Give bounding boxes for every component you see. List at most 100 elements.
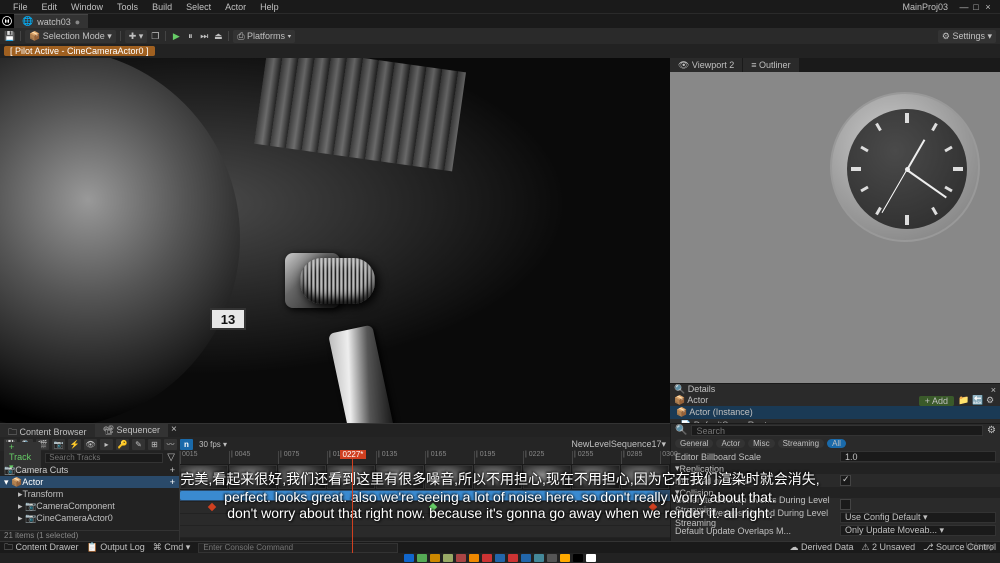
search-tracks-input[interactable] [45,453,163,463]
add-actor-section-icon[interactable]: + [170,477,175,487]
keyframe[interactable] [208,503,216,511]
menu-select[interactable]: Select [179,2,218,12]
actor-track[interactable]: ▾ 📦Actor+ [0,476,179,488]
content-browser-tab[interactable]: 🗀 Content Browser [0,424,95,437]
time-ruler[interactable]: 0015 | 0045 | 0075 | 0105 | 0135 | 0165 … [180,451,670,464]
taskbar-app-icon[interactable] [417,554,427,562]
add-cut-icon[interactable]: + [170,465,175,475]
cine-camera-track[interactable]: ▸ 📷CineCameraActor0 [0,512,179,524]
menu-file[interactable]: File [6,2,35,12]
output-log-button[interactable]: 📋 Output Log [87,542,145,553]
level-tab[interactable]: 🌐watch03● [14,14,88,28]
menu-help[interactable]: Help [253,2,286,12]
step-icon[interactable]: ⏭ [198,30,210,42]
settings-button[interactable]: ⚙ Settings ▾ [938,30,996,43]
netload-checkbox[interactable] [840,475,851,486]
taskbar-app-icon[interactable] [443,554,453,562]
add-component-button[interactable]: + Add [919,396,954,406]
menu-tools[interactable]: Tools [110,2,145,12]
playhead[interactable]: 0227* [352,451,353,553]
taskbar-app-icon[interactable] [547,554,557,562]
seq-actions-icon[interactable]: ⚡ [68,439,81,450]
details-tab[interactable]: 🔍 Details [674,384,715,395]
taskbar-app-icon[interactable] [534,554,544,562]
selection-mode-button[interactable]: 📦 Selection Mode ▾ [25,30,116,43]
sequence-name[interactable]: NewLevelSequence17▾ [571,439,666,450]
pilot-active-label[interactable]: [ Pilot Active - CineCameraActor0 ] [4,46,155,56]
seq-autokey-icon[interactable]: ✎ [132,439,145,450]
billboard-scale-input[interactable]: 1.0 [840,451,996,462]
pause-icon[interactable]: ⏸ [184,30,196,42]
camera-cuts-track[interactable]: 📷Camera Cuts+ [0,464,179,476]
seq-curve-icon[interactable]: 〰 [164,439,177,450]
add-content-button[interactable]: ✚ ▾ [125,30,148,43]
details-search-input[interactable] [691,425,983,436]
unsaved-button[interactable]: ⚠ 2 Unsaved [861,542,915,553]
window-close[interactable]: × [982,2,994,12]
taskbar-app-icon[interactable] [586,554,596,562]
derived-data-button[interactable]: ☁ Derived Data [789,542,853,553]
menu-actor[interactable]: Actor [218,2,253,12]
main-viewport[interactable]: 13 [0,58,670,423]
filter-all[interactable]: All [827,439,846,448]
menu-edit[interactable]: Edit [35,2,65,12]
reset-icon[interactable]: 🔙 [972,395,982,406]
outliner-tab[interactable]: ≡ Outliner [743,58,799,72]
camera-track-row[interactable] [180,526,670,538]
taskbar-app-icon[interactable] [430,554,440,562]
marketplace-icon[interactable]: ❐ [149,30,161,42]
taskbar-app-icon[interactable] [560,554,570,562]
camera-component-track[interactable]: ▸ 📷CameraComponent [0,500,179,512]
taskbar-app-icon[interactable] [456,554,466,562]
details-gear-icon[interactable]: ⚙ [987,425,996,436]
cmd-dropdown[interactable]: ⌘ Cmd ▾ [153,542,191,553]
filter-general[interactable]: General [675,439,713,448]
tab-close-icon[interactable]: × [171,424,177,437]
filter-streaming[interactable]: Streaming [778,439,824,448]
window-minimize[interactable]: — [958,2,970,12]
billboard-scale-label: Editor Billboard Scale [675,452,840,462]
taskbar-app-icon[interactable] [482,554,492,562]
taskbar-app-icon[interactable] [573,554,583,562]
default-update-dropdown[interactable]: Only Update Moveab... ▾ [840,525,996,536]
save-icon[interactable]: 💾 [4,30,16,42]
taskbar-app-icon[interactable] [508,554,518,562]
sequencer-tab[interactable]: 📽 Sequencer [95,424,168,437]
transform-track[interactable]: ▸Transform [0,488,179,500]
actor-instance-row[interactable]: 📦 Actor (Instance) [670,406,1000,419]
filter-misc[interactable]: Misc [748,439,774,448]
filter-actor[interactable]: Actor [716,439,745,448]
menu-window[interactable]: Window [64,2,110,12]
seq-camera-icon[interactable]: 📷 [52,439,65,450]
overlap-checkbox[interactable] [840,499,851,510]
ruler-tick: 0300 [660,451,678,464]
eject-icon[interactable]: ⏏ [212,30,224,42]
viewport-2[interactable] [670,72,1000,383]
seq-key-icon[interactable]: 🔑 [116,439,129,450]
seq-snap-icon[interactable]: ⊞ [148,439,161,450]
seq-playback-icon[interactable]: ▸ [100,439,113,450]
browse-icon[interactable]: 📁 [958,395,968,406]
watch-face-preview [830,92,980,242]
unreal-logo-icon[interactable] [0,14,14,28]
separator [20,31,21,41]
menu-build[interactable]: Build [145,2,179,12]
viewport2-tab[interactable]: 👁 Viewport 2 [670,58,743,72]
os-taskbar[interactable] [0,553,1000,563]
console-input[interactable] [198,543,398,553]
taskbar-app-icon[interactable] [495,554,505,562]
update-overlap-dropdown[interactable]: Use Config Default ▾ [840,512,996,523]
taskbar-app-icon[interactable] [404,554,414,562]
window-maximize[interactable]: □ [970,2,982,12]
taskbar-app-icon[interactable] [521,554,531,562]
seq-n-icon[interactable]: n [180,439,193,450]
center-dot [905,167,910,172]
fps-dropdown[interactable]: 30 fps ▾ [199,440,227,449]
details-close-icon[interactable]: × [991,385,996,395]
filter-icon[interactable]: ▽ [167,452,175,463]
taskbar-app-icon[interactable] [469,554,479,562]
seq-view-icon[interactable]: 👁 [84,439,97,450]
play-icon[interactable]: ▶ [170,30,182,42]
platforms-button[interactable]: ⎙ Platforms ▾ [233,30,295,43]
gear-icon[interactable]: ⚙ [986,395,996,406]
